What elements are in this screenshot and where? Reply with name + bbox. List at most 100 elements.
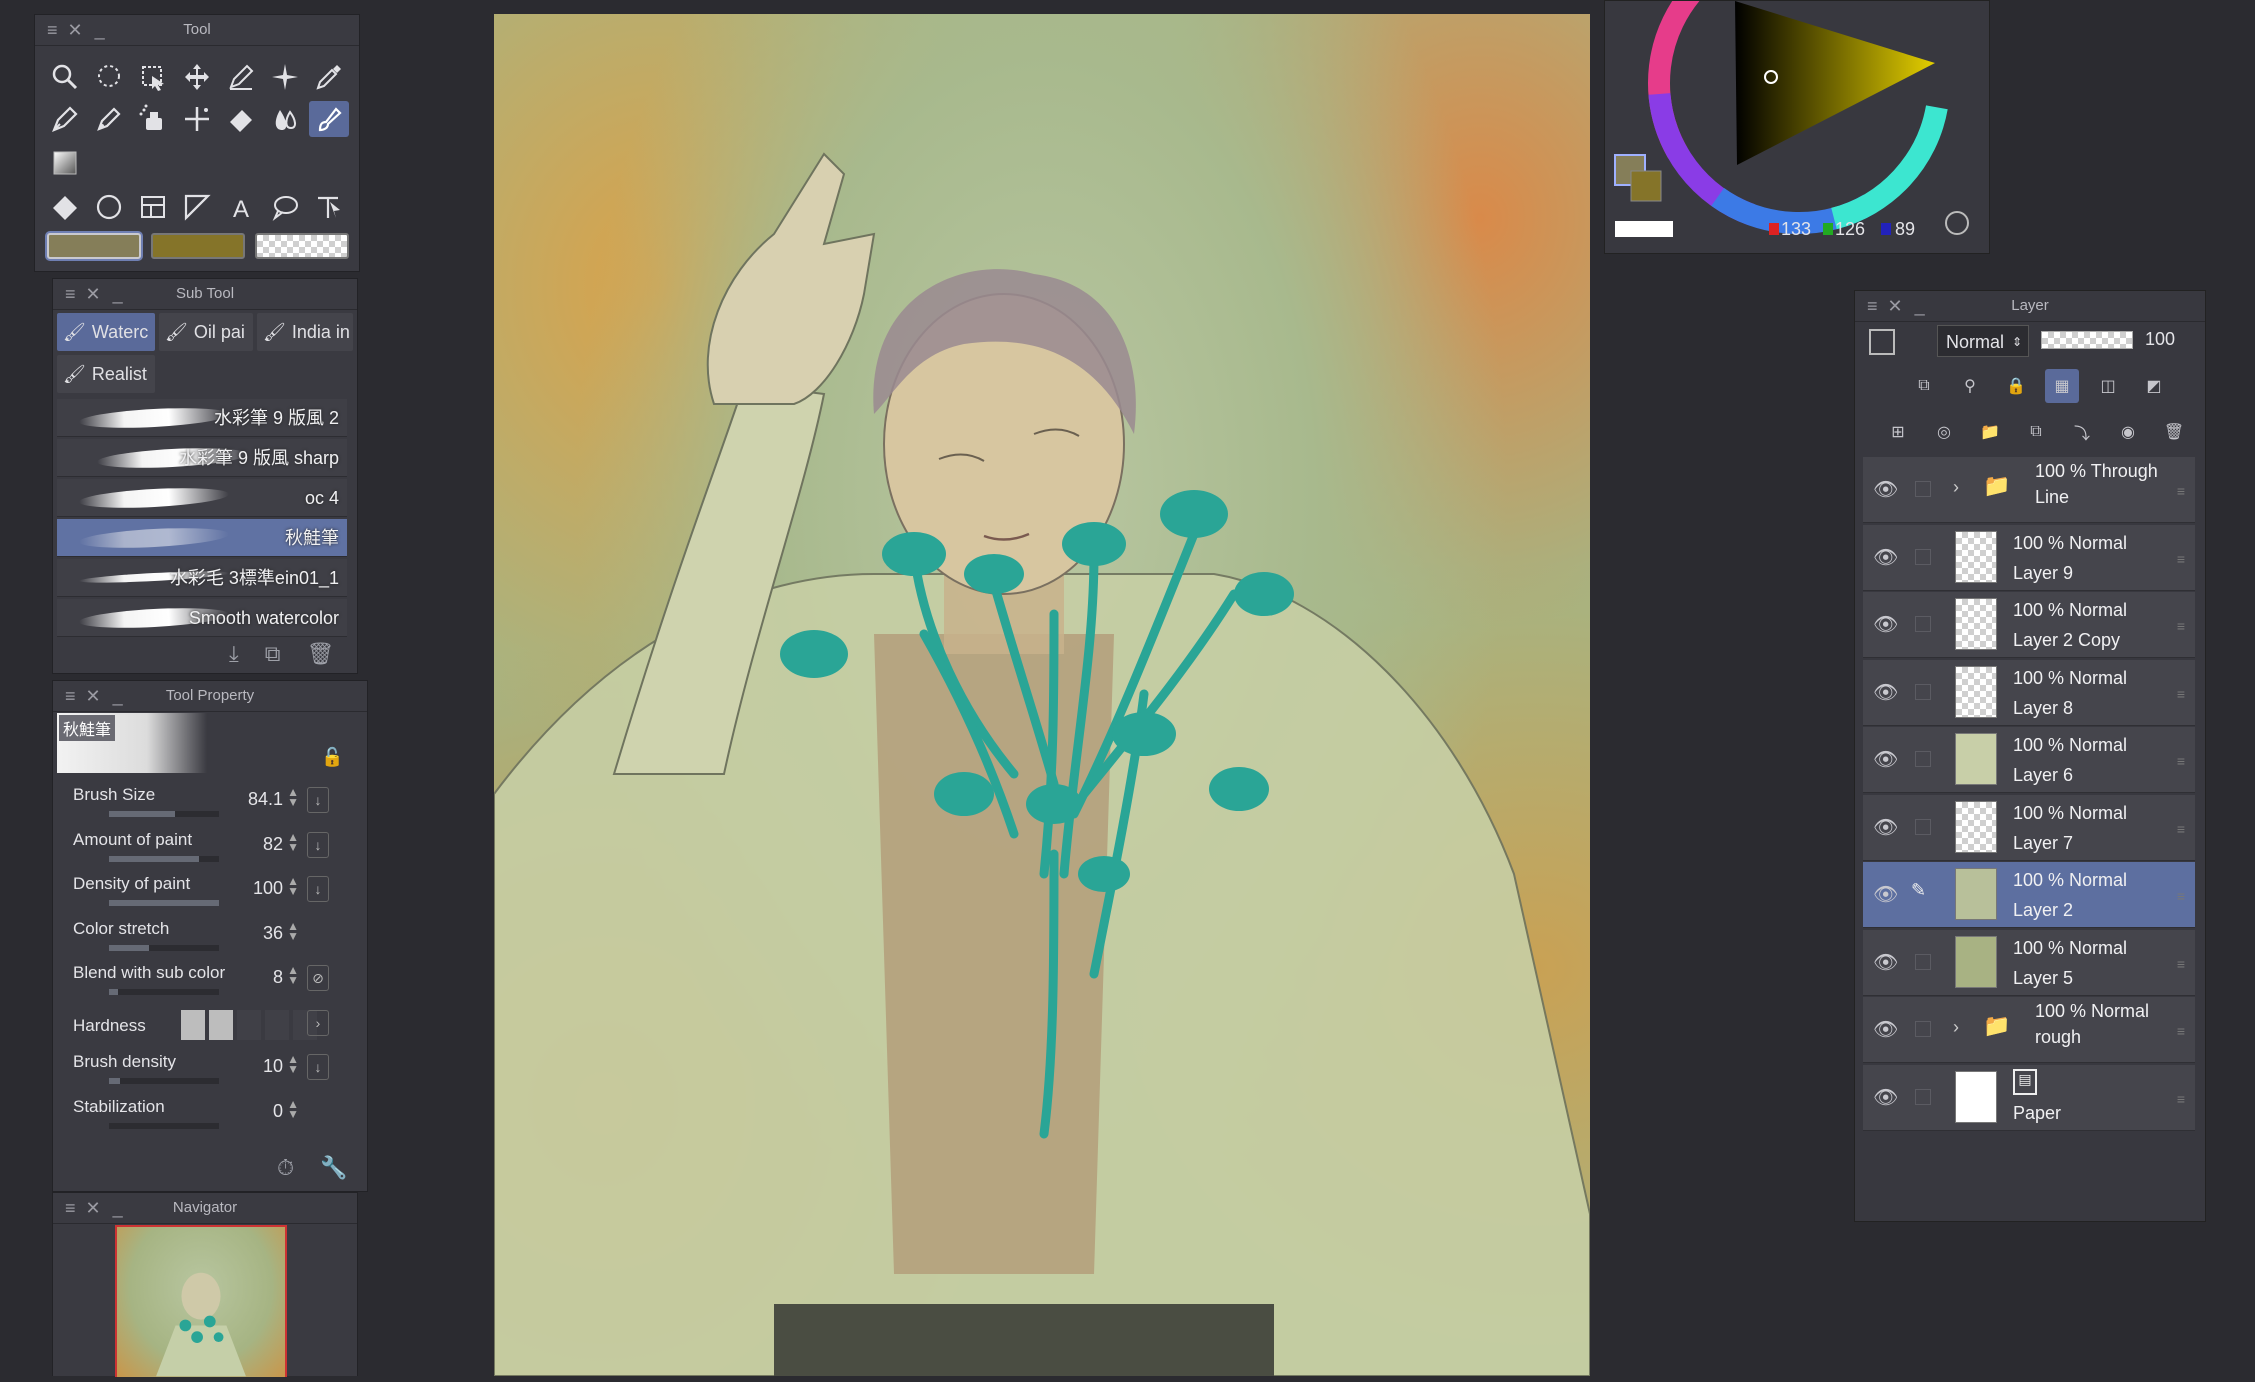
lock-icon[interactable]: 🔓: [321, 747, 343, 768]
trash-icon[interactable]: 🗑: [2157, 415, 2191, 449]
sub-color-chip[interactable]: [1630, 170, 1662, 202]
eye-icon[interactable]: 👁: [1873, 1085, 1899, 1111]
tab-india-ink[interactable]: 🖌 India in: [257, 313, 353, 351]
property-row[interactable]: Density of paint 100 ▲ ▼ ↓: [13, 868, 333, 912]
eyedropper-icon[interactable]: [309, 59, 349, 95]
minimize-icon[interactable]: _: [113, 279, 123, 309]
layer-row[interactable]: 👁 100 % Normal Layer 9 ≡: [1863, 524, 2195, 591]
property-value[interactable]: 36: [263, 923, 283, 944]
lasso-select-icon[interactable]: [89, 59, 129, 95]
copy-layer-icon[interactable]: ⧉: [2019, 415, 2053, 449]
ruler-display-icon[interactable]: ◩: [2137, 369, 2171, 403]
drag-handle-icon[interactable]: ≡: [2177, 686, 2185, 702]
eye-icon[interactable]: 👁: [1873, 747, 1899, 773]
eye-icon[interactable]: 👁: [1873, 680, 1899, 706]
trash-icon[interactable]: 🗑: [306, 641, 334, 667]
grip-icon[interactable]: ≡: [47, 15, 57, 45]
property-slider[interactable]: [109, 944, 219, 951]
airbrush-icon[interactable]: [133, 101, 173, 137]
minimize-icon[interactable]: _: [113, 1193, 123, 1223]
close-icon[interactable]: ✕: [68, 15, 83, 45]
drag-handle-icon[interactable]: ≡: [2177, 618, 2185, 634]
operation-tool-icon[interactable]: [221, 59, 261, 95]
property-row[interactable]: Color stretch 36 ▲ ▼: [13, 913, 333, 957]
sub-color-swatch[interactable]: [151, 233, 245, 259]
pencil-tool-icon[interactable]: [89, 101, 129, 137]
layer-lock-box[interactable]: [1915, 683, 1931, 700]
move-tool-icon[interactable]: [177, 59, 217, 95]
layer-row[interactable]: 👁 › 📁 100 % Normal rough ≡: [1863, 997, 2195, 1063]
close-icon[interactable]: ✕: [86, 681, 101, 711]
opacity-slider[interactable]: [2041, 331, 2133, 349]
frame-border-icon[interactable]: [133, 189, 173, 225]
wrench-icon[interactable]: 🔧: [320, 1155, 347, 1181]
layer-row[interactable]: 👁 100 % Normal Layer 2 Copy ≡: [1863, 592, 2195, 658]
expand-arrow-icon[interactable]: ›: [1953, 477, 1959, 498]
layer-color-square[interactable]: [1869, 329, 1895, 355]
eye-icon[interactable]: 👁: [1873, 882, 1899, 908]
property-slider[interactable]: [109, 900, 219, 906]
property-slider[interactable]: [109, 1122, 219, 1129]
main-color-swatch[interactable]: [47, 233, 141, 259]
layer-lock-box[interactable]: [1915, 953, 1931, 970]
drag-handle-icon[interactable]: ≡: [2177, 821, 2185, 837]
tab-oil-paint[interactable]: 🖌 Oil pai: [159, 313, 253, 351]
drag-handle-icon[interactable]: ≡: [2177, 551, 2185, 567]
pressure-icon[interactable]: ↓: [307, 831, 329, 858]
spinner-icon[interactable]: ▲ ▼: [287, 786, 299, 808]
spinner-icon[interactable]: ▲ ▼: [287, 831, 299, 853]
property-row[interactable]: Amount of paint 82 ▲ ▼ ↓: [13, 824, 333, 868]
color-wheel[interactable]: [1605, 0, 1991, 255]
layer-row[interactable]: 👁 › 📁 100 % Through Line ≡: [1863, 457, 2195, 523]
property-slider[interactable]: [109, 811, 219, 817]
list-item[interactable]: 水彩毛 3標準ein01_1: [57, 559, 347, 597]
close-icon[interactable]: ✕: [86, 279, 101, 309]
text-tool-icon[interactable]: A: [221, 189, 261, 225]
spinner-icon[interactable]: ▲ ▼: [287, 1053, 299, 1075]
grip-icon[interactable]: ≡: [65, 279, 75, 309]
layer-row[interactable]: 👁 ▤ Paper ≡: [1863, 1064, 2195, 1131]
blend-mode-select[interactable]: Normal ⇕: [1937, 325, 2029, 357]
settings-icon[interactable]: [1945, 211, 1969, 235]
tab-watercolor[interactable]: 🖌 Waterc: [57, 313, 155, 351]
property-row[interactable]: Blend with sub color 8 ▲ ▼ ⊘: [13, 957, 333, 1001]
layer-row[interactable]: 👁 100 % Normal Layer 5 ≡: [1863, 929, 2195, 996]
pressure-icon[interactable]: ↓: [307, 787, 329, 813]
minimize-icon[interactable]: _: [95, 15, 105, 45]
layer-lock-box[interactable]: [1915, 548, 1931, 565]
clip-layer-icon[interactable]: ⧉: [1907, 369, 1941, 403]
grip-icon[interactable]: ≡: [65, 681, 75, 711]
pressure-icon[interactable]: ↓: [307, 1054, 329, 1080]
decoration-tool-icon[interactable]: [177, 101, 217, 137]
list-item[interactable]: 水彩筆 9 版風 sharp: [57, 439, 347, 477]
hardness-selector[interactable]: [181, 1009, 317, 1040]
layer-lock-box[interactable]: [1915, 818, 1931, 835]
drag-handle-icon[interactable]: ≡: [2177, 753, 2185, 769]
drag-handle-icon[interactable]: ≡: [2177, 956, 2185, 972]
list-item[interactable]: Smooth watercolor: [57, 599, 347, 637]
reference-layer-icon[interactable]: ⚲: [1953, 369, 1987, 403]
eye-icon[interactable]: 👁: [1873, 545, 1899, 571]
opacity-value[interactable]: 100: [2145, 329, 2175, 350]
property-row[interactable]: Hardness ›: [13, 1002, 333, 1046]
property-row[interactable]: Stabilization 0 ▲ ▼: [13, 1091, 333, 1135]
gradient-tool-icon[interactable]: [45, 145, 85, 181]
transparent-chip[interactable]: [1615, 221, 1673, 237]
duplicate-icon[interactable]: ⧉: [265, 641, 281, 667]
property-value[interactable]: 82: [263, 834, 283, 855]
balloon-tool-icon[interactable]: [265, 189, 305, 225]
spinner-icon[interactable]: ▲ ▼: [287, 964, 299, 986]
property-slider[interactable]: [109, 989, 219, 995]
sparkle-tool-icon[interactable]: [265, 59, 305, 95]
figure-tool-icon[interactable]: [89, 189, 129, 225]
property-slider[interactable]: [109, 1078, 219, 1084]
pen-tool-icon[interactable]: [45, 101, 85, 137]
eye-icon[interactable]: 👁: [1873, 950, 1899, 976]
transparent-swatch[interactable]: [255, 233, 349, 259]
chevron-right-icon[interactable]: ›: [307, 1009, 329, 1036]
close-icon[interactable]: ✕: [1888, 291, 1903, 321]
layer-row[interactable]: 👁 100 % Normal Layer 8 ≡: [1863, 659, 2195, 726]
lock-icon[interactable]: 🔒: [1999, 369, 2033, 403]
mask-enable-icon[interactable]: ◫: [2091, 369, 2125, 403]
property-row[interactable]: Brush density 10 ▲ ▼ ↓: [13, 1046, 333, 1090]
